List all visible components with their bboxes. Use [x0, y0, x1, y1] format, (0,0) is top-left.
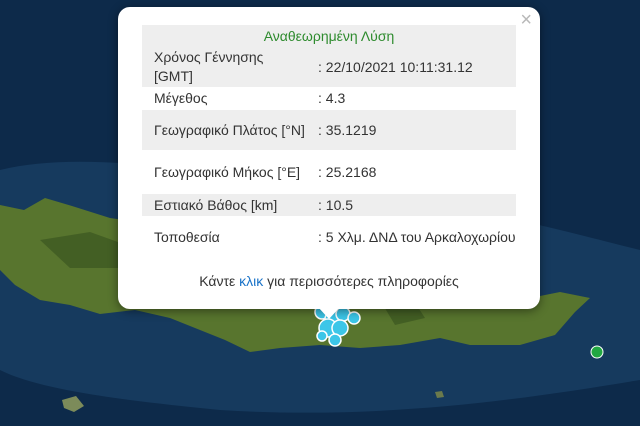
- info-row-magnitude: Μέγεθος : 4.3: [142, 87, 516, 110]
- info-row-origin-time: Χρόνος Γέννησης [GMT] : 22/10/2021 10:11…: [142, 47, 516, 87]
- info-label: Τοποθεσία: [154, 228, 220, 245]
- footer-text-before: Κάντε: [199, 273, 240, 289]
- info-row-latitude: Γεωγραφικό Πλάτος [°N] : 35.1219: [142, 110, 516, 150]
- earthquake-info-table: Χρόνος Γέννησης [GMT] : 22/10/2021 10:11…: [142, 47, 516, 258]
- info-label: Γεωγραφικό Μήκος [°E]: [154, 163, 301, 180]
- info-value: : 5 Χλμ. ΔΝΔ του Αρκαλοχωρίου: [318, 228, 516, 245]
- info-value: : 22/10/2021 10:11:31.12: [318, 58, 473, 75]
- info-row-longitude: Γεωγραφικό Μήκος [°E] : 25.2168: [142, 150, 516, 194]
- earthquake-marker-green[interactable]: [590, 345, 604, 359]
- more-info-link[interactable]: κλικ: [239, 273, 263, 289]
- earthquake-popup: × Αναθεωρημένη Λύση Χρόνος Γέννησης [GMT…: [118, 7, 540, 309]
- info-label: Γεωγραφικό Πλάτος [°N]: [154, 121, 305, 138]
- info-row-location: Τοποθεσία : 5 Χλμ. ΔΝΔ του Αρκαλοχωρίου: [142, 216, 516, 258]
- popup-pointer: [318, 307, 340, 319]
- popup-footer: Κάντε κλικ για περισσότερες πληροφορίες: [118, 273, 540, 289]
- footer-text-after: για περισσότερες πληροφορίες: [263, 273, 459, 289]
- info-value: : 4.3: [318, 90, 346, 106]
- info-value: : 25.2168: [318, 163, 377, 180]
- close-icon[interactable]: ×: [520, 9, 532, 31]
- info-row-depth: Εστιακό Βάθος [km] : 10.5: [142, 194, 516, 216]
- info-label: Μέγεθος: [154, 90, 208, 106]
- info-value: : 35.1219: [318, 121, 377, 138]
- popup-title: Αναθεωρημένη Λύση: [142, 25, 516, 47]
- info-label: Χρόνος Γέννησης [GMT]: [154, 49, 264, 84]
- info-value: : 10.5: [318, 196, 354, 213]
- info-label: Εστιακό Βάθος [km]: [154, 196, 278, 213]
